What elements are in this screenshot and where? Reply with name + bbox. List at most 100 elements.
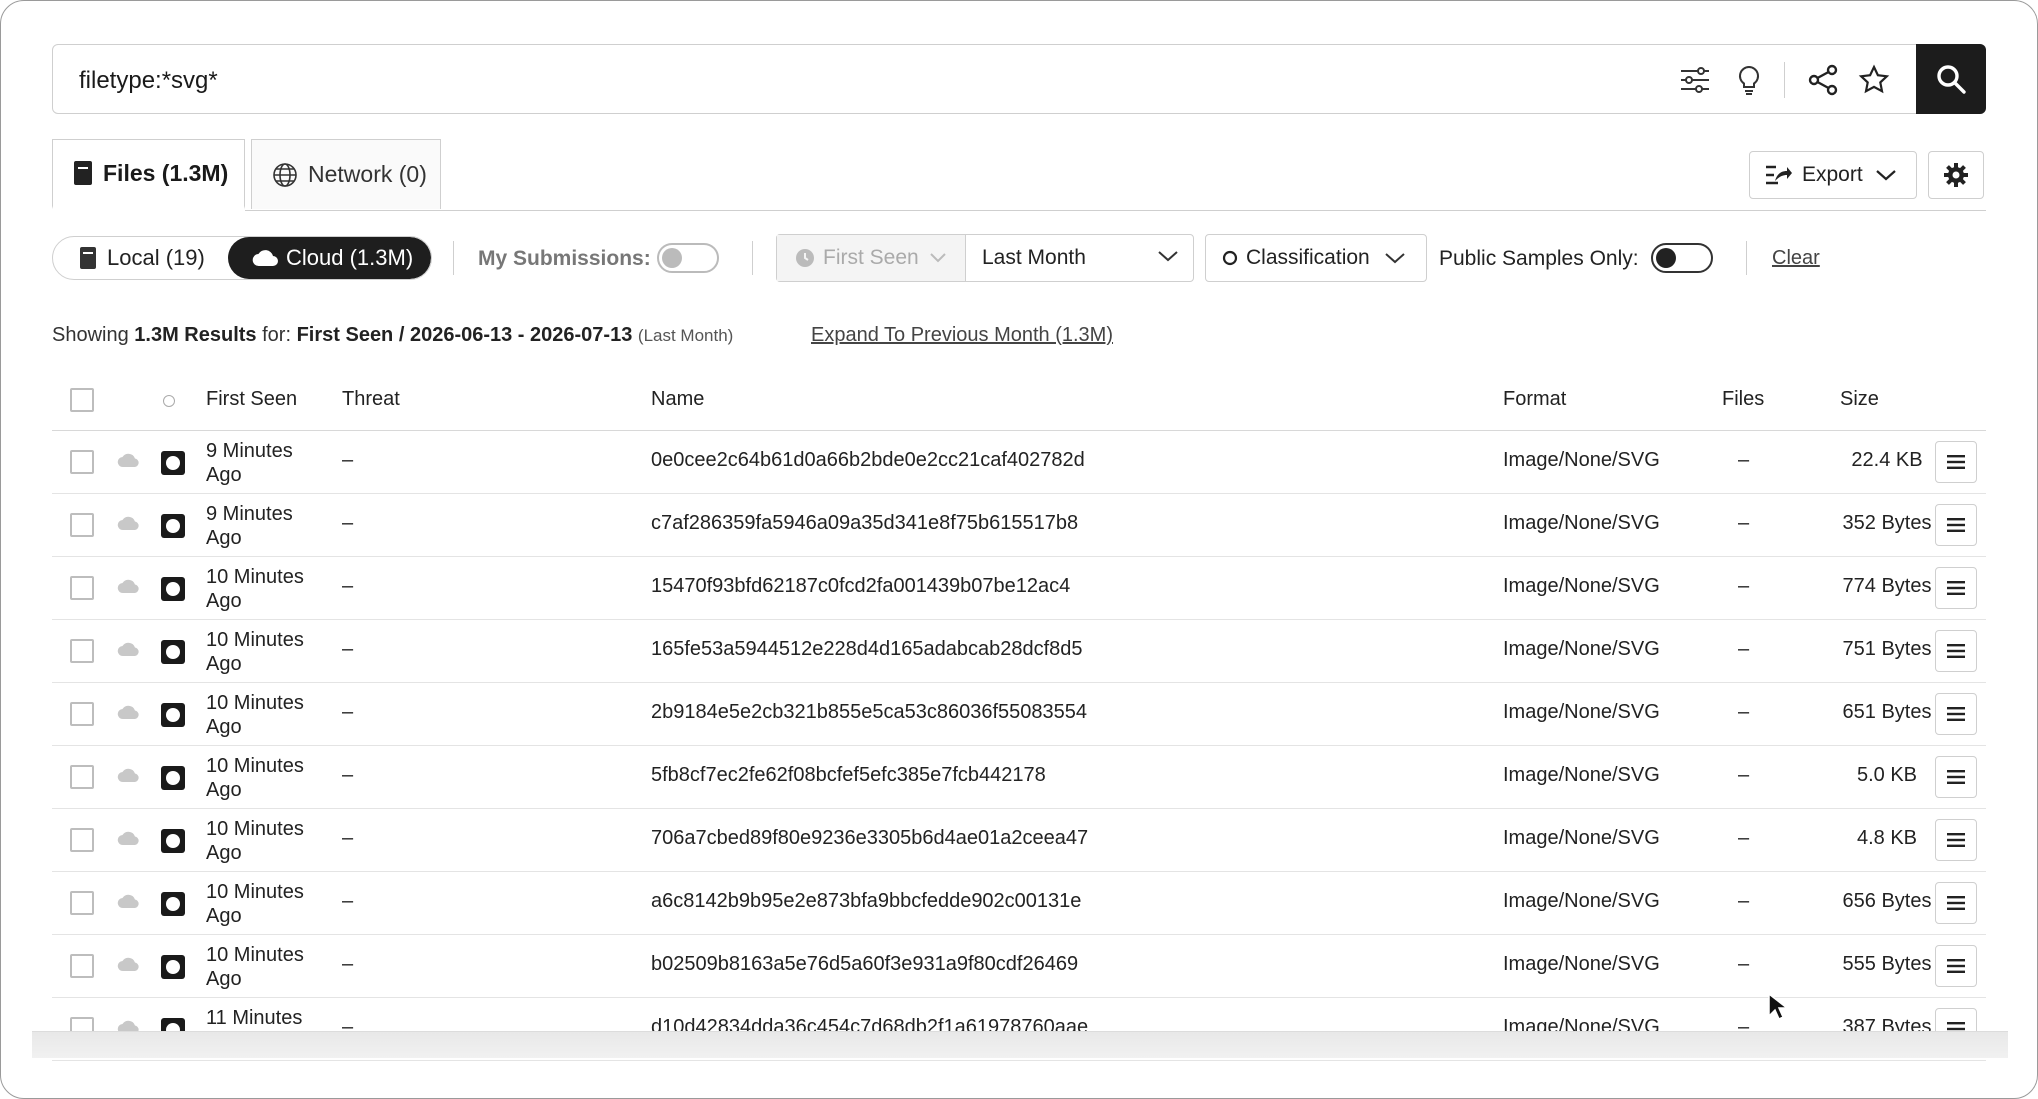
row-menu-button[interactable] [1935,945,1977,987]
chevron-down-icon [1158,251,1178,262]
table-row[interactable]: 10 Minutes Ago – 15470f93bfd62187c0fcd2fa0… [52,557,1986,620]
row-threat: – [342,449,354,471]
row-checkbox[interactable] [70,576,94,600]
row-checkbox[interactable] [70,765,94,789]
row-name[interactable]: a6c8142b9b95e2e873bfa9bbcfedde902c00131e [651,890,1081,913]
first-seen-select[interactable]: First Seen [777,235,966,281]
sample-status-icon [161,640,185,664]
row-menu-button[interactable] [1935,504,1977,546]
row-menu-button[interactable] [1935,882,1977,924]
row-format: Image/None/SVG [1503,512,1660,534]
cloud-option[interactable]: Cloud (1.3M) [228,237,431,279]
row-name[interactable]: c7af286359fa5946a09a35d341e8f75b615517b8 [651,512,1078,535]
date-range-select[interactable]: Last Month [966,235,1193,281]
cloud-icon [117,453,139,468]
globe-icon [273,162,297,187]
table-row[interactable]: 9 Minutes Ago – c7af286359fa5946a09a35d341… [52,494,1986,557]
search-button[interactable] [1916,44,1986,114]
row-menu-button[interactable] [1935,441,1977,483]
row-name[interactable]: 706a7cbed89f80e9236e3305b6d4ae01a2ceea47 [651,827,1088,850]
search-bar: filetype:*svg* [52,44,1986,114]
my-submissions-toggle[interactable] [657,243,719,273]
my-submissions-label: My Submissions: [478,247,651,270]
table-row[interactable]: 10 Minutes Ago – a6c8142b9b95e2e873bfa9bbc… [52,872,1986,935]
expand-previous-month-link[interactable]: Expand To Previous Month (1.3M) [811,324,1113,347]
star-icon[interactable] [1858,64,1890,96]
sample-status-icon [161,892,185,916]
sample-status-icon [161,829,185,853]
row-format: Image/None/SVG [1503,449,1660,471]
table-row[interactable]: 10 Minutes Ago – b02509b8163a5e76d5a60f3e9… [52,935,1986,998]
select-all-checkbox[interactable] [70,388,94,412]
row-menu-button[interactable] [1935,819,1977,861]
col-first-seen[interactable]: First Seen [206,388,297,411]
row-threat: – [342,827,354,849]
row-menu-button[interactable] [1935,756,1977,798]
results-range-note: (Last Month) [637,326,734,345]
row-format: Image/None/SVG [1503,701,1660,723]
col-size[interactable]: Size [1840,388,1879,411]
row-files: – [1738,890,1750,912]
row-menu-button[interactable] [1935,630,1977,672]
cloud-icon [117,642,139,657]
table-row[interactable]: 10 Minutes Ago – 706a7cbed89f80e9236e3305b… [52,809,1986,872]
row-threat: – [342,512,354,534]
row-name[interactable]: 2b9184e5e2cb321b855e5ca53c86036f55083554 [651,701,1087,724]
col-files[interactable]: Files [1722,388,1764,411]
table-row[interactable]: 10 Minutes Ago – 165fe53a5944512e228d4d165… [52,620,1986,683]
search-input[interactable]: filetype:*svg* [79,67,218,95]
row-checkbox[interactable] [70,513,94,537]
row-checkbox[interactable] [70,891,94,915]
clear-filters-link[interactable]: Clear [1772,247,1820,270]
export-button[interactable]: Export [1749,151,1917,199]
table-row[interactable]: 10 Minutes Ago – 2b9184e5e2cb321b855e5ca53… [52,683,1986,746]
gear-icon [1944,163,1968,187]
row-format: Image/None/SVG [1503,890,1660,912]
cloud-icon [117,768,139,783]
sample-status-icon [161,955,185,979]
filter-divider [752,241,753,275]
cloud-icon [117,894,139,909]
date-filter: First Seen Last Month [776,234,1194,282]
col-threat[interactable]: Threat [342,388,400,411]
row-threat: – [342,701,354,723]
local-option[interactable]: Local (19) [53,237,228,279]
row-checkbox[interactable] [70,828,94,852]
share-icon[interactable] [1807,64,1839,96]
row-first-seen: 10 Minutes Ago [206,818,304,864]
row-name[interactable]: 0e0cee2c64b61d0a66b2bde0e2cc21caf402782d [651,449,1085,472]
row-files: – [1738,575,1750,597]
row-name[interactable]: b02509b8163a5e76d5a60f3e931a9f80cdf26469 [651,953,1078,976]
sample-status-icon [161,577,185,601]
tab-files[interactable]: Files (1.3M) [52,139,245,209]
settings-button[interactable] [1928,151,1984,199]
col-format[interactable]: Format [1503,388,1566,411]
col-name[interactable]: Name [651,388,704,411]
row-threat: – [342,638,354,660]
table-row[interactable]: 10 Minutes Ago – 5fb8cf7ec2fe62f08bcfef5ef… [52,746,1986,809]
sliders-icon[interactable] [1679,64,1711,96]
tab-network[interactable]: Network (0) [251,139,441,209]
public-samples-toggle[interactable] [1651,243,1713,273]
menu-icon [1947,455,1965,469]
row-name[interactable]: 15470f93bfd62187c0fcd2fa001439b07be12ac4 [651,575,1070,598]
tabs-underline [245,210,1986,211]
row-checkbox[interactable] [70,639,94,663]
file-icon [74,161,92,185]
row-name[interactable]: 165fe53a5944512e228d4d165adabcab28dcf8d5 [651,638,1083,661]
row-checkbox[interactable] [70,954,94,978]
row-checkbox[interactable] [70,702,94,726]
lightbulb-icon[interactable] [1733,64,1765,96]
public-samples-label: Public Samples Only: [1439,247,1639,270]
results-count: 1.3M Results [134,324,257,346]
row-name[interactable]: 5fb8cf7ec2fe62f08bcfef5efc385e7fcb442178 [651,764,1046,787]
menu-icon [1947,518,1965,532]
table-row[interactable]: 9 Minutes Ago – 0e0cee2c64b61d0a66b2bde0e2… [52,431,1986,494]
row-checkbox[interactable] [70,450,94,474]
row-menu-button[interactable] [1935,693,1977,735]
classification-select[interactable]: Classification [1205,234,1427,282]
row-menu-button[interactable] [1935,567,1977,609]
chevron-down-icon [929,253,946,263]
sample-status-icon [161,703,185,727]
menu-icon [1947,833,1965,847]
